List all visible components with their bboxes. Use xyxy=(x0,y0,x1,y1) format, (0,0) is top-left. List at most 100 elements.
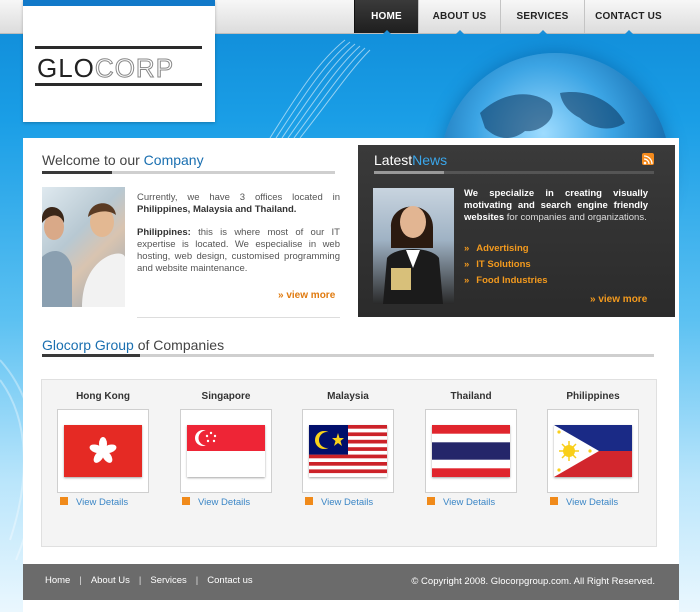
news-intro: We specialize in creating visually motiv… xyxy=(464,188,648,224)
welcome-divider xyxy=(137,317,340,318)
malaysia-flag-icon xyxy=(309,425,387,477)
country-hong-kong: Hong Kong xyxy=(57,391,149,493)
view-details-label: View Details xyxy=(198,497,251,508)
footer-separator: | xyxy=(195,575,199,586)
country-name: Hong Kong xyxy=(76,391,130,402)
offices-locations: Philippines, Malaysia and Thailand. xyxy=(137,204,297,215)
nav-about-us[interactable]: ABOUT US xyxy=(418,0,500,34)
flag-frame[interactable] xyxy=(547,409,639,493)
logo-text-dark: GLO xyxy=(37,53,95,83)
news-item-label: IT Solutions xyxy=(476,259,531,270)
welcome-heading-plain: Welcome to our xyxy=(42,152,144,168)
nav-about-label: ABOUT US xyxy=(432,11,487,22)
footer-link-about-us[interactable]: About Us xyxy=(91,575,130,586)
view-details-label: View Details xyxy=(321,497,374,508)
welcome-heading: Welcome to our Company xyxy=(42,152,204,168)
logo-rule-bottom xyxy=(35,83,202,86)
news-item-advertising[interactable]: » Advertising xyxy=(464,243,548,259)
news-heading-underline xyxy=(374,171,654,174)
welcome-view-more-link[interactable]: » view more xyxy=(278,290,335,301)
news-item-food-industries[interactable]: » Food Industries xyxy=(464,275,548,291)
logo[interactable]: GLOCORP xyxy=(23,0,215,122)
flag-frame[interactable] xyxy=(57,409,149,493)
businesswoman-photo xyxy=(383,206,443,304)
news-item-label: Food Industries xyxy=(476,275,548,286)
footer-separator: | xyxy=(79,575,82,586)
nav-indicator xyxy=(538,30,547,34)
arrow-icon xyxy=(550,497,558,505)
footer-links: Home | About Us | Services | Contact us xyxy=(45,575,253,586)
footer: Home | About Us | Services | Contact us © Copy… xyxy=(23,564,679,600)
arrow-icon xyxy=(427,497,435,505)
arrow-icon xyxy=(305,497,313,505)
news-heading-highlight: News xyxy=(412,152,448,168)
logo-text-light: CORP xyxy=(94,53,175,84)
rss-feed-icon[interactable] xyxy=(642,153,654,165)
flag-frame[interactable] xyxy=(425,409,517,493)
nav-services-label: SERVICES xyxy=(516,11,569,22)
underline-accent xyxy=(42,171,112,174)
country-name: Philippines xyxy=(566,391,620,402)
nav-services[interactable]: SERVICES xyxy=(500,0,584,34)
nav-home-label: HOME xyxy=(371,11,402,22)
rss-icon xyxy=(643,155,653,165)
copyright-text: © Copyright 2008. Glocorpgroup.com. All … xyxy=(411,576,655,587)
nav-indicator xyxy=(455,30,464,34)
country-name: Thailand xyxy=(450,391,492,402)
country-singapore: Singapore xyxy=(180,391,272,493)
team-photo-illustration xyxy=(42,203,125,307)
nav-home[interactable]: HOME xyxy=(354,0,418,34)
welcome-paragraph-offices: Currently, we have 3 offices located in … xyxy=(137,192,340,216)
group-heading: Glocorp Group of Companies xyxy=(42,337,224,353)
news-item-label: Advertising xyxy=(476,243,529,254)
footer-separator: | xyxy=(138,575,142,586)
welcome-paragraph-philippines: Philippines: this is where most of our I… xyxy=(137,227,340,275)
news-view-more-link[interactable]: » view more xyxy=(590,294,647,305)
welcome-heading-underline xyxy=(42,171,335,174)
news-heading: LatestNews xyxy=(374,152,447,168)
news-item-it-solutions[interactable]: » IT Solutions xyxy=(464,259,548,275)
news-photo xyxy=(373,188,454,304)
footer-link-contact-us[interactable]: Contact us xyxy=(207,575,252,586)
view-details-hong-kong[interactable]: View Details xyxy=(60,497,128,508)
view-details-thailand[interactable]: View Details xyxy=(427,497,495,508)
nav-indicator xyxy=(624,30,633,34)
main-nav: HOME ABOUT US SERVICES CONTACT US xyxy=(354,0,672,34)
news-intro-plain: for companies and organizations. xyxy=(504,212,647,223)
footer-link-home[interactable]: Home xyxy=(45,575,70,586)
underline-accent xyxy=(42,354,140,357)
view-details-label: View Details xyxy=(76,497,129,508)
logo-rule-top xyxy=(35,46,202,49)
country-name: Singapore xyxy=(201,391,251,402)
bullet-arrow-icon: » xyxy=(464,259,470,270)
team-photo xyxy=(42,187,125,307)
nav-contact-us[interactable]: CONTACT US xyxy=(584,0,672,34)
logo-text: GLOCORP xyxy=(37,53,174,84)
bullet-arrow-icon: » xyxy=(464,275,470,286)
welcome-heading-highlight: Company xyxy=(143,152,204,168)
news-list: » Advertising » IT Solutions » Food Industr… xyxy=(464,243,548,291)
view-details-singapore[interactable]: View Details xyxy=(182,497,250,508)
country-thailand: Thailand xyxy=(425,391,517,493)
country-philippines: Philippines xyxy=(547,391,639,493)
footer-link-services[interactable]: Services xyxy=(150,575,186,586)
nav-indicator xyxy=(382,30,391,34)
group-heading-underline xyxy=(42,354,654,357)
thailand-flag-icon xyxy=(432,425,510,477)
flag-frame[interactable] xyxy=(180,409,272,493)
nav-contact-label: CONTACT US xyxy=(595,11,662,22)
country-name: Malaysia xyxy=(327,391,369,402)
country-malaysia: Malaysia xyxy=(302,391,394,493)
view-details-malaysia[interactable]: View Details xyxy=(305,497,373,508)
arrow-icon xyxy=(60,497,68,505)
underline-accent xyxy=(374,171,444,174)
group-heading-highlight: Glocorp Group xyxy=(42,337,134,353)
offices-text: Currently, we have 3 offices located in xyxy=(137,192,340,203)
bullet-arrow-icon: » xyxy=(464,243,470,254)
flag-frame[interactable] xyxy=(302,409,394,493)
view-details-label: View Details xyxy=(566,497,619,508)
philippines-label: Philippines: xyxy=(137,227,191,238)
view-details-label: View Details xyxy=(443,497,496,508)
arrow-icon xyxy=(182,497,190,505)
view-details-philippines[interactable]: View Details xyxy=(550,497,618,508)
